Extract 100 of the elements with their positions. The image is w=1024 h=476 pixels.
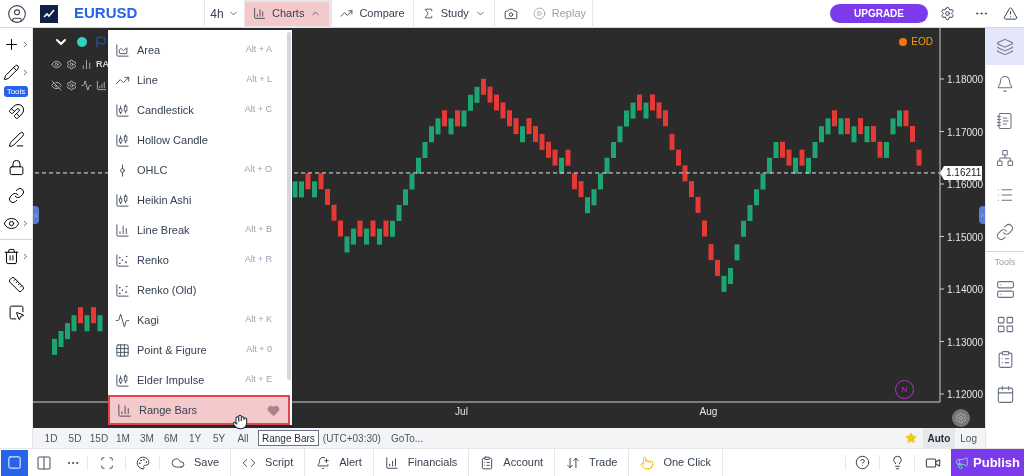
magnet-icon[interactable]: [7, 102, 25, 120]
menu-item[interactable]: Point & Figure Alt + 0: [108, 335, 292, 365]
symbol-name[interactable]: EURUSD: [74, 2, 204, 25]
menu-item[interactable]: Elder Impulse Alt + E: [108, 365, 292, 395]
upgrade-button[interactable]: UPGRADE: [830, 4, 928, 23]
flag-icon: [95, 36, 107, 48]
y-axis-label: 1.17000: [939, 126, 984, 138]
action-button[interactable]: Trade: [555, 448, 630, 476]
shortcut-label: Alt + K: [245, 313, 272, 327]
timezone-label[interactable]: (UTC+03:30): [322, 430, 381, 446]
toolbar-button[interactable]: Study: [412, 0, 494, 28]
range-button[interactable]: 5Y: [208, 430, 230, 446]
expand-tab[interactable]: [979, 206, 985, 224]
shortcut-label: Alt + B: [245, 223, 272, 237]
y-axis-label: 1.14000: [939, 284, 984, 295]
scrollbar[interactable]: [287, 32, 291, 380]
warning-icon[interactable]: [1002, 6, 1018, 21]
scale-button[interactable]: Auto: [922, 428, 956, 448]
avatar-icon[interactable]: [6, 3, 27, 24]
eye-off-icon[interactable]: [51, 80, 62, 91]
camera-icon[interactable]: [503, 6, 518, 21]
shortcut-label: Alt + A: [245, 43, 272, 57]
bar-chart-icon: [117, 402, 132, 418]
toolbar-button[interactable]: Charts: [244, 0, 332, 28]
action-button[interactable]: Alert: [305, 448, 374, 476]
action-button[interactable]: Script: [231, 448, 306, 476]
link-icon: [996, 222, 1014, 241]
help-icon[interactable]: [855, 455, 870, 470]
x-axis-label: Aug: [699, 406, 718, 417]
split-layout-icon: [35, 454, 52, 471]
range-button[interactable]: 1M: [112, 430, 134, 446]
star-icon[interactable]: [904, 432, 917, 444]
select-icon[interactable]: [7, 303, 25, 321]
tools-badge: Tools: [3, 86, 29, 97]
sidebar-button[interactable]: [985, 28, 1024, 65]
server-icon[interactable]: [995, 279, 1015, 299]
shortcut-label: Alt + R: [244, 253, 272, 267]
publish-button[interactable]: Publish: [951, 448, 1024, 476]
shortcut-label: Alt + 0: [246, 343, 272, 357]
calendar-icon[interactable]: [995, 384, 1015, 404]
goto-button[interactable]: GoTo...: [390, 430, 424, 446]
menu-item[interactable]: Kagi Alt + K: [108, 305, 292, 335]
menu-item[interactable]: Area Alt + A: [108, 35, 292, 65]
arrows-icon: [566, 455, 581, 470]
fullscreen-icon[interactable]: [99, 455, 114, 470]
action-button[interactable]: Account: [469, 448, 556, 476]
layers-icon: [996, 37, 1014, 56]
pencil-icon[interactable]: [2, 63, 20, 81]
range-button[interactable]: 15D: [88, 430, 110, 446]
menu-item[interactable]: Line Break Alt + B: [108, 215, 292, 245]
renko-bricks: [52, 307, 103, 355]
layout-button[interactable]: [1, 449, 28, 476]
palette-icon[interactable]: [135, 455, 150, 470]
menu-item[interactable]: Hollow Candle: [108, 125, 292, 155]
scatter-chart-icon: [115, 282, 130, 298]
price-label: 1.16211: [940, 165, 982, 180]
range-button[interactable]: 5D: [64, 430, 86, 446]
bell-icon: [996, 74, 1014, 93]
lock-icon[interactable]: [7, 158, 25, 176]
section-label: Tools: [994, 256, 1016, 269]
range-button[interactable]: 6M: [160, 430, 182, 446]
tooltip: Range Bars: [258, 430, 319, 446]
y-axis-label: 1.15000: [939, 231, 984, 243]
megaphone-icon: [955, 455, 969, 470]
shortcut-label: Alt + O: [244, 163, 272, 177]
scale-button[interactable]: Log: [955, 428, 982, 448]
pulse-icon: [81, 80, 92, 91]
candlestick-icon: [115, 102, 130, 118]
grid-icon[interactable]: [995, 314, 1015, 334]
collapse-tab[interactable]: [33, 206, 39, 224]
trend-icon: [340, 7, 354, 20]
chevron-left-icon: [33, 211, 39, 219]
range-button[interactable]: 3M: [136, 430, 158, 446]
range-button[interactable]: 1Y: [184, 430, 206, 446]
action-button[interactable]: Save: [160, 448, 232, 476]
range-button[interactable]: 1D: [40, 430, 62, 446]
feed-label: EOD: [911, 35, 933, 49]
trash-icon[interactable]: [2, 247, 20, 265]
toolbar-button[interactable]: Compare: [331, 0, 413, 28]
menu-item[interactable]: Candlestick Alt + C: [108, 95, 292, 125]
pen-icon[interactable]: [7, 130, 25, 148]
chevron-right-icon: [979, 211, 985, 219]
menu-item[interactable]: Heikin Ashi: [108, 185, 292, 215]
ruler-icon[interactable]: [7, 275, 25, 293]
settings-icon[interactable]: [939, 6, 955, 21]
menu-item[interactable]: Range Bars: [108, 395, 290, 425]
menu-item[interactable]: Renko (Old): [108, 275, 292, 305]
range-button[interactable]: All: [232, 430, 254, 446]
shortcut-label: Alt + L: [246, 73, 272, 87]
menu-item[interactable]: Renko Alt + R: [108, 245, 292, 275]
action-button[interactable]: One Click: [629, 448, 724, 476]
x-axis-label: Jul: [455, 406, 468, 417]
link-icon[interactable]: [7, 186, 25, 204]
pulse-icon: [115, 312, 130, 328]
bar-chart-icon: [81, 59, 92, 71]
action-button[interactable]: Financials: [373, 448, 470, 476]
bar-chart-icon: [253, 7, 266, 20]
chart-settings-button[interactable]: [952, 409, 970, 427]
menu-item[interactable]: Line Alt + L: [108, 65, 292, 95]
menu-item[interactable]: OHLC Alt + O: [108, 155, 292, 185]
